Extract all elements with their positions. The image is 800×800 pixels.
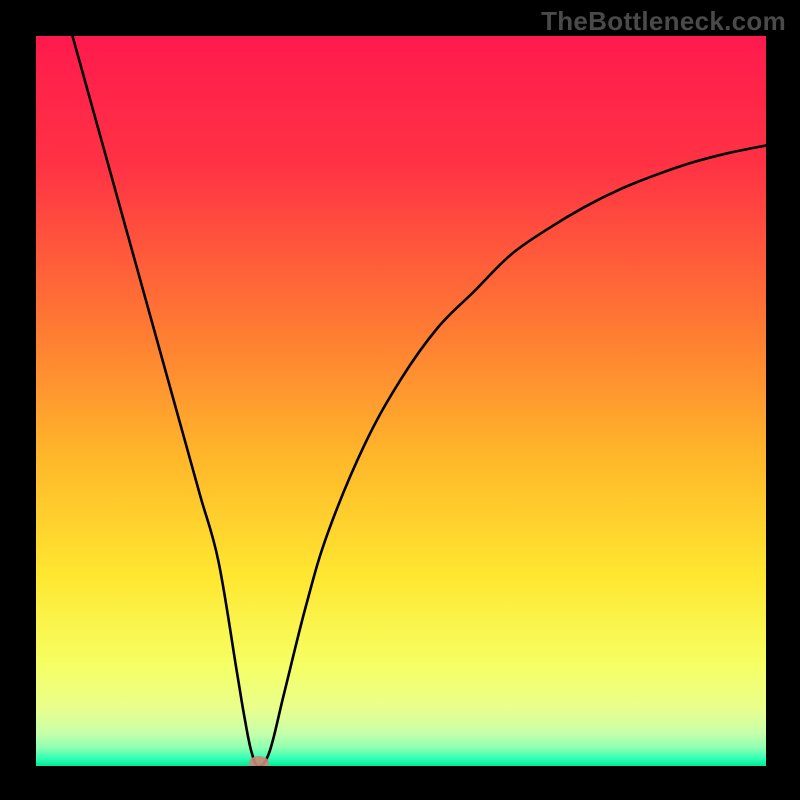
gradient-background	[36, 36, 766, 766]
chart-container: TheBottleneck.com	[0, 0, 800, 800]
plot-area	[36, 36, 766, 766]
watermark-text: TheBottleneck.com	[541, 6, 786, 37]
